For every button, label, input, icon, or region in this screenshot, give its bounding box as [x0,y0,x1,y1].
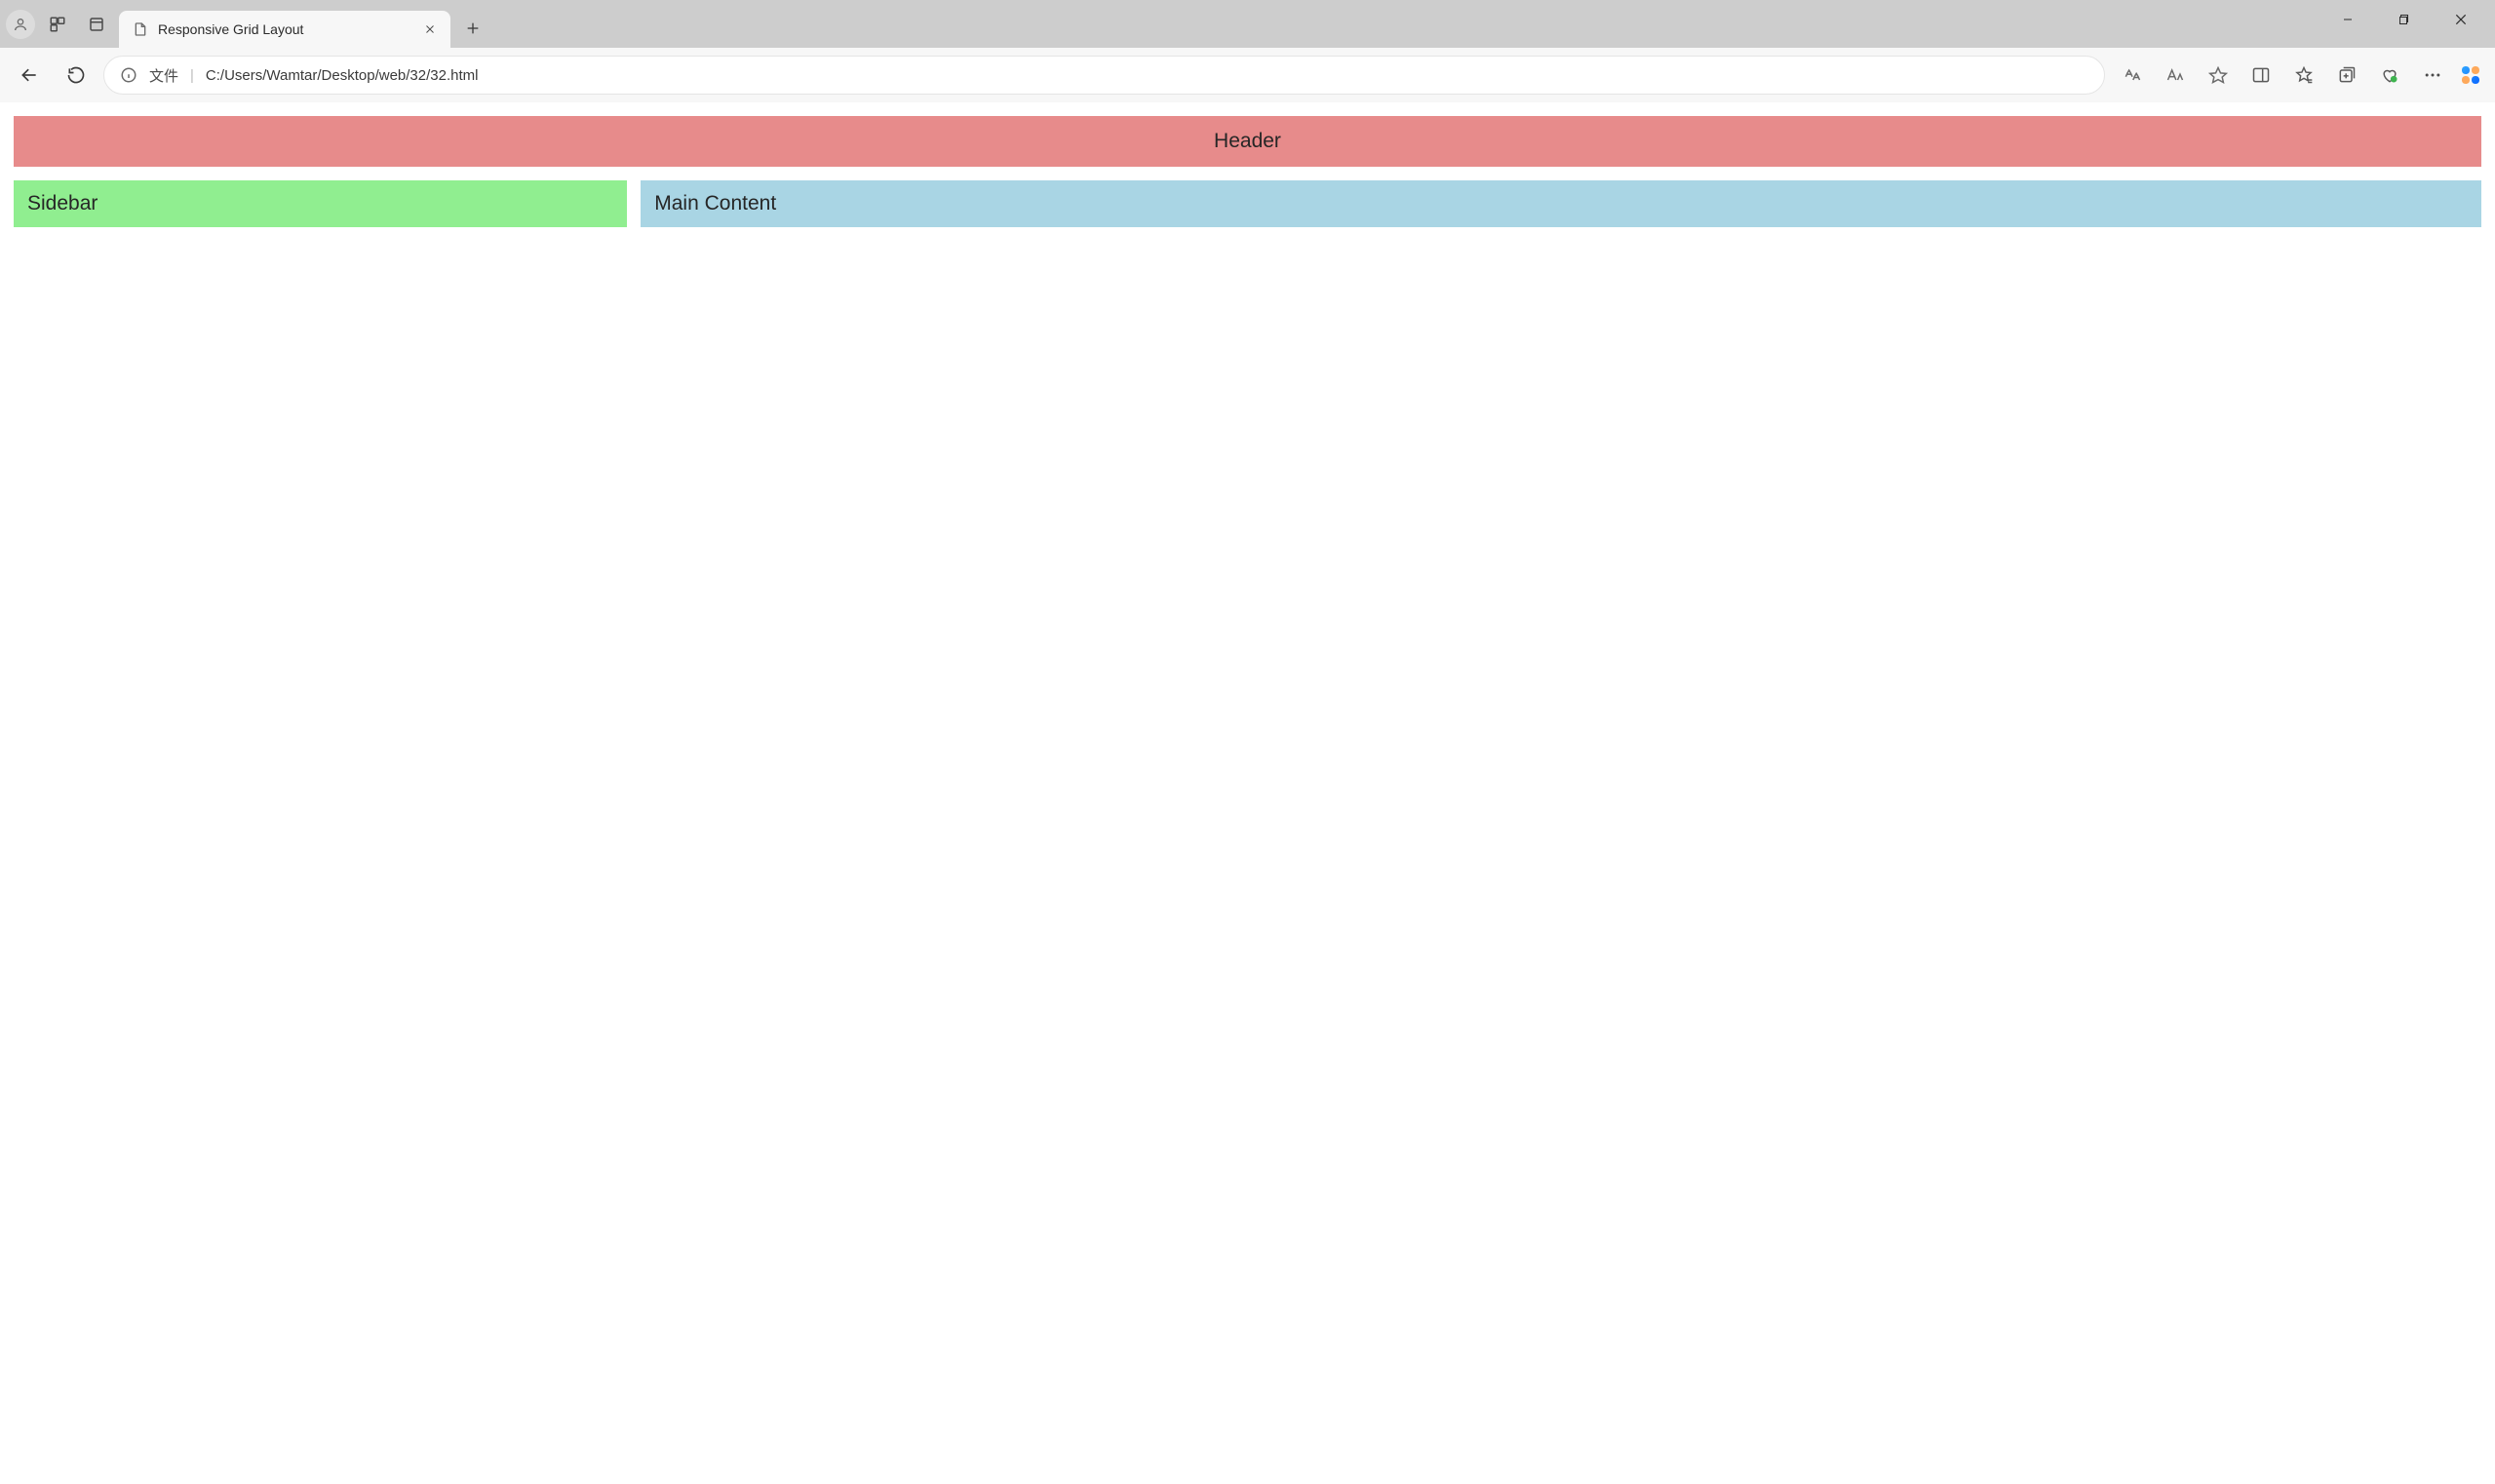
minimize-icon [2342,14,2354,25]
tab-strip: Responsive Grid Layout [0,0,2495,48]
window-controls [2320,0,2489,39]
more-button[interactable] [2413,56,2452,95]
tab-title: Responsive Grid Layout [158,21,411,37]
favorite-button[interactable] [2199,56,2238,95]
workspaces-icon [49,16,66,33]
window-maximize-button[interactable] [2376,0,2433,39]
copilot-button[interactable] [2456,60,2485,90]
browser-chrome: Responsive Grid Layout [0,0,2495,102]
favorites-list-button[interactable] [2284,56,2323,95]
url-field[interactable]: 文件 | C:/Users/Wamtar/Desktop/web/32/32.h… [103,56,2105,95]
collections-button[interactable] [2327,56,2366,95]
person-icon [13,17,28,32]
plus-icon [465,20,481,36]
browser-tab-active[interactable]: Responsive Grid Layout [119,11,450,48]
refresh-icon [66,65,86,85]
sidebar-text: Sidebar [27,192,97,215]
main-content-text: Main Content [654,192,776,215]
header-text: Header [1214,130,1281,152]
profile-button[interactable] [6,10,35,39]
heart-shield-icon [2380,65,2399,85]
close-icon [424,23,436,35]
arrow-left-icon [19,65,39,85]
window-minimize-button[interactable] [2320,0,2376,39]
main-content-block: Main Content [641,180,2481,227]
maximize-icon [2398,14,2410,25]
sidebar-block: Sidebar [14,180,627,227]
collections-icon [2337,65,2357,85]
window-close-button[interactable] [2433,0,2489,39]
site-info-button[interactable] [120,66,137,84]
star-list-icon [2294,65,2314,85]
toolbar-right [2113,56,2485,95]
copilot-icon [2459,63,2482,87]
info-icon [120,66,137,84]
tab-actions-button[interactable] [80,8,113,41]
tab-square-icon [88,16,105,33]
close-icon [2454,13,2468,26]
tab-close-button[interactable] [421,20,439,38]
extensions-button[interactable] [2370,56,2409,95]
address-bar: 文件 | C:/Users/Wamtar/Desktop/web/32/32.h… [0,48,2495,102]
header-block: Header [14,116,2481,167]
new-tab-button[interactable] [456,12,489,45]
split-screen-button[interactable] [2242,56,2281,95]
layout-grid: Header Sidebar Main Content [14,116,2481,227]
back-button[interactable] [10,56,49,95]
translate-button[interactable] [2113,56,2152,95]
url-divider: | [190,67,194,84]
url-text: C:/Users/Wamtar/Desktop/web/32/32.html [206,67,479,84]
sidebar-icon [2251,65,2271,85]
text-size-icon [2165,65,2185,85]
translate-icon [2123,65,2142,85]
read-aloud-button[interactable] [2156,56,2195,95]
refresh-button[interactable] [57,56,96,95]
workspaces-button[interactable] [41,8,74,41]
page-icon [133,21,148,37]
more-horizontal-icon [2423,65,2442,85]
star-icon [2208,65,2228,85]
url-scheme-label: 文件 [149,65,178,86]
page-viewport: Header Sidebar Main Content [0,102,2495,241]
